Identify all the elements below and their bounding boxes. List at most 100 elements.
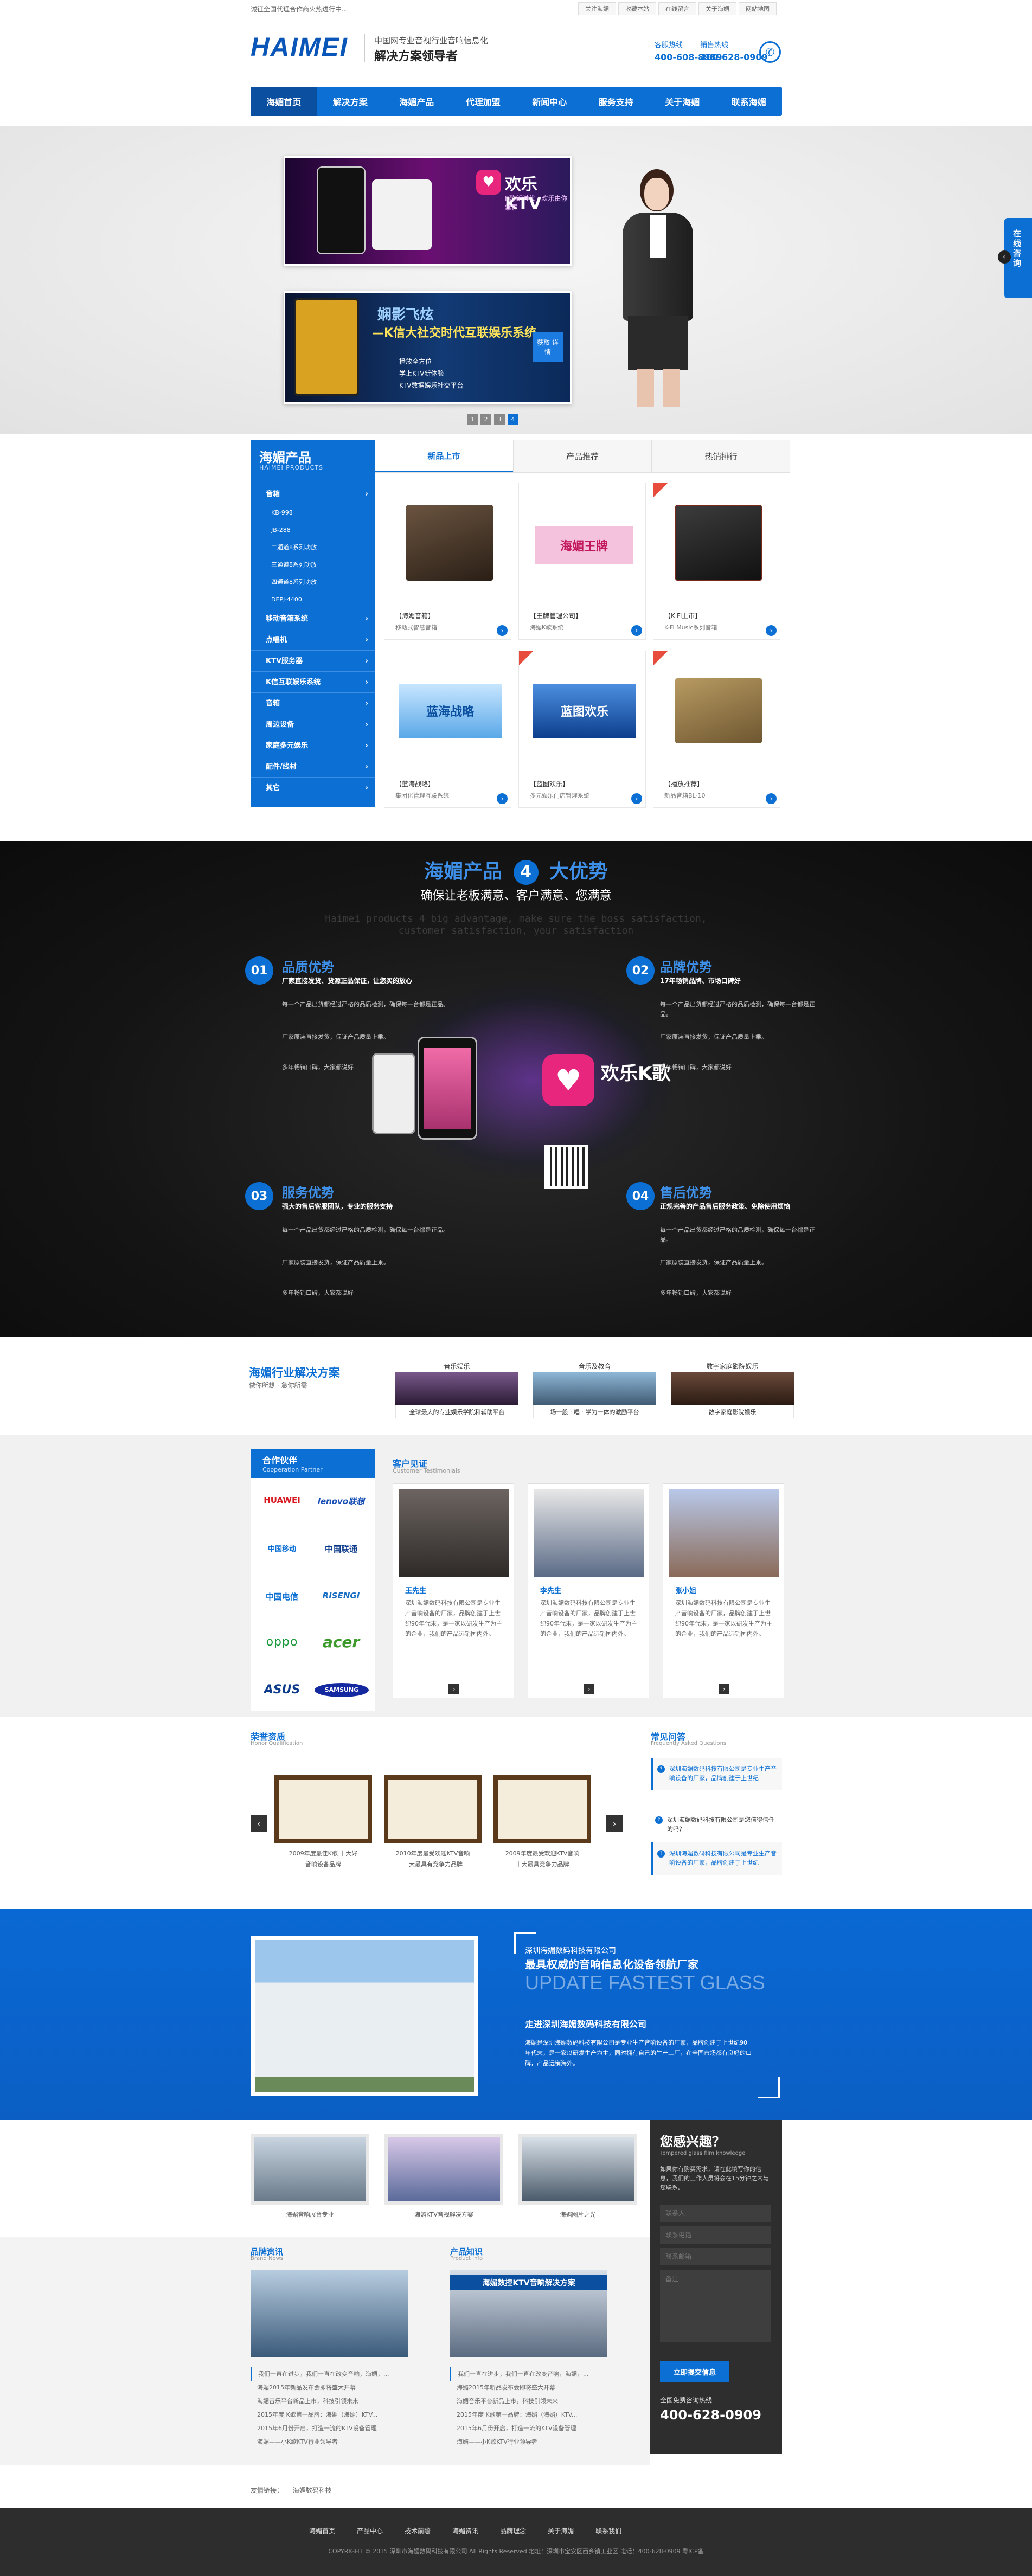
solution-card[interactable]: 音乐娱乐 全球最大的专业娱乐学院和辅助平台 [395,1360,518,1421]
nav-about[interactable]: 关于海媚 [649,87,716,116]
faq-item[interactable]: ? 深圳海媚数码科技有限公司是专业生产音响设备的厂家，品牌创建于上世纪 [651,1758,782,1790]
product-info-image[interactable]: 海媚数控KTV音响解决方案 [450,2270,607,2357]
footer-nav-about[interactable]: 关于海媚 [548,2526,574,2535]
cat-amp4[interactable]: 四通道8系列功放 [251,574,375,591]
footer-nav-tech[interactable]: 技术前瞻 [405,2526,431,2535]
product-card[interactable]: 海媚王牌 【王牌管理公司】 海媚K歌系统 › [518,483,646,640]
news-item[interactable]: 我们一直在进步，我们一直在改变音响，海媚，... [450,2367,638,2381]
footer-nav-news[interactable]: 海媚资讯 [452,2526,478,2535]
footer-nav-products[interactable]: 产品中心 [357,2526,383,2535]
solution-card[interactable]: 音乐及教育 场一般 · 唱 · 学为一体的激励平台 [533,1360,656,1421]
banner-dot-4[interactable]: 4 [508,414,518,425]
footer-nav-contact[interactable]: 联系我们 [595,2526,621,2535]
nav-contact[interactable]: 联系海媚 [716,87,783,116]
product-card[interactable]: 蓝海战略 【蓝海战略】 集团化管理互联系统 › [384,651,511,808]
cat-accessories[interactable]: 配件/线材 [251,756,375,778]
gallery-item[interactable]: 海媚音响展台专业 [251,2134,369,2219]
news-item[interactable]: 海媚音乐平台新品上市，科技引领未来 [251,2394,438,2408]
testimonial-more-icon[interactable]: › [448,1684,459,1694]
ad-detail-button[interactable]: 获取 详情 [533,332,563,362]
gallery-item[interactable]: 海媚图片之光 [518,2134,637,2219]
product-card[interactable]: 【播放推荐】 新品音箱BL-10 › [653,651,780,808]
cat-kxin[interactable]: K信互联娱乐系统 [251,672,375,693]
tab-new[interactable]: 新品上市 [375,440,513,472]
news-item[interactable]: 海媚音乐平台新品上市，科技引领未来 [450,2394,638,2408]
banner-dot-2[interactable]: 2 [480,414,491,425]
banner-dot-3[interactable]: 3 [494,414,505,425]
topbar-link-follow[interactable]: 关注海媚 [578,2,616,15]
topbar-link-message[interactable]: 在线留言 [658,2,696,15]
partner-logo-huawei[interactable]: HUAWEI [255,1495,309,1505]
product-card[interactable]: 蓝图欢乐 【蓝图欢乐】 多元娱乐门店管理系统 › [518,651,646,808]
company-photo-frame[interactable] [251,1936,478,2096]
cat-amp2[interactable]: 二通道8系列功放 [251,539,375,556]
news-item[interactable]: 海媚——小K歌KTV行业领导者 [450,2435,638,2449]
topbar-link-bookmark[interactable]: 收藏本站 [618,2,656,15]
float-service[interactable]: ‹ 在线咨询 [998,218,1032,298]
testimonial-more-icon[interactable]: › [719,1684,729,1694]
news-item[interactable]: 2015年6月份开启，打造一流的KTV设备管理 [251,2421,438,2435]
cat-amp3[interactable]: 三通道8系列功放 [251,556,375,574]
cat-home[interactable]: 家庭多元娱乐 [251,735,375,756]
product-more-icon[interactable]: › [631,625,642,636]
cat-kb998[interactable]: KB-998 [251,504,375,522]
float-collapse-icon[interactable]: ‹ [998,250,1011,264]
nav-agency[interactable]: 代理加盟 [450,87,517,116]
testimonial-card[interactable]: 张小姐 深圳海媚数码科技有限公司是专业生产音响设备的厂家，品牌创建于上世纪90年… [663,1483,784,1698]
contact-phone-field[interactable] [660,2226,771,2244]
product-card[interactable]: 【海媚音箱】 移动式智慧音箱 › [384,483,511,640]
product-more-icon[interactable]: › [631,793,642,804]
news-item[interactable]: 2015年度 K歌第一品牌：海媚（海媚）KTV... [450,2408,638,2421]
nav-home[interactable]: 海媚首页 [251,87,317,116]
news-item[interactable]: 我们一直在进步，我们一直在改变音响，海媚，... [251,2367,438,2381]
brand-news-image[interactable] [251,2270,408,2357]
nav-service[interactable]: 服务支持 [583,87,650,116]
cat-ktv-server[interactable]: KTV服务器 [251,651,375,672]
cat-depj[interactable]: DEPJ-4400 [251,591,375,608]
footer-nav-brand[interactable]: 品牌理念 [500,2526,526,2535]
cat-audio[interactable]: 音箱 [251,485,375,504]
product-more-icon[interactable]: › [766,793,777,804]
honor-item[interactable]: 2010年度最受欢迎KTV音响 十大最具有竞争力品牌 [384,1775,482,1868]
banner-ad-kxin[interactable]: 娴影飞炫 —K信大社交时代互联娱乐系统 播放全方位 学上KTV新体验 KTV数据… [284,291,572,404]
testimonial-card[interactable]: 王先生 深圳海媚数码科技有限公司是专业生产音响设备的厂家，品牌创建于上世纪90年… [393,1483,514,1698]
solution-card[interactable]: 数字家庭影院娱乐 数字家庭影院娱乐 [671,1360,794,1421]
contact-note-field[interactable] [660,2270,771,2342]
topbar-link-about[interactable]: 关于海媚 [698,2,736,15]
logo[interactable]: HAIMEI [251,33,348,63]
news-item[interactable]: 海媚——小K歌KTV行业领导者 [251,2435,438,2449]
news-item[interactable]: 海媚2015年新品发布会即将盛大开幕 [251,2381,438,2394]
product-card[interactable]: 【K-Fi上市】 K-Fi Music系列音箱 › [653,483,780,640]
friend-link-item[interactable]: 海媚数码科技 [293,2487,332,2494]
product-more-icon[interactable]: › [497,793,508,804]
faq-item[interactable]: ? 深圳海媚数码科技有限公司是专业生产音响设备的厂家，品牌创建于上世纪 [651,1842,782,1875]
cat-peripheral[interactable]: 周边设备 [251,714,375,735]
news-item[interactable]: 2015年6月份开启，打造一流的KTV设备管理 [450,2421,638,2435]
contact-name-field[interactable] [660,2205,771,2222]
topbar-link-sitemap[interactable]: 网站地图 [739,2,777,15]
testimonial-card[interactable]: 李先生 深圳海媚数码科技有限公司是专业生产音响设备的厂家，品牌创建于上世纪90年… [528,1483,649,1698]
banner-ad-ktv[interactable]: ♥ 欢乐KTV K歌新时代 · 欢乐由你掌握 [284,156,572,266]
partner-logo-risen[interactable]: RISENGI [311,1591,371,1601]
cat-jukebox[interactable]: 点唱机 [251,629,375,651]
nav-products[interactable]: 海媚产品 [383,87,450,116]
cat-mobile[interactable]: 移动音箱系统 [251,608,375,629]
product-more-icon[interactable]: › [497,625,508,636]
nav-news[interactable]: 新闻中心 [516,87,583,116]
news-item[interactable]: 海媚2015年新品发布会即将盛大开幕 [450,2381,638,2394]
honors-prev-button[interactable]: ‹ [251,1815,267,1832]
banner-dot-1[interactable]: 1 [467,414,478,425]
partner-logo-lenovo[interactable]: lenovo联想 [311,1495,371,1507]
honor-item[interactable]: 2009年度最受欢迎KTV音响 十大最具竞争力品牌 [493,1775,591,1868]
partner-logo-oppo[interactable]: oppo [255,1635,309,1649]
tab-hot[interactable]: 热销排行 [651,440,791,472]
cat-speaker[interactable]: 音箱 [251,693,375,714]
news-item[interactable]: 2015年度 K歌第一品牌：海媚（海媚）KTV... [251,2408,438,2421]
partner-logo-telecom[interactable]: 中国电信 [255,1591,309,1602]
partner-logo-acer[interactable]: acer [311,1633,371,1651]
cat-jb288[interactable]: JB-288 [251,522,375,539]
tab-recommend[interactable]: 产品推荐 [512,440,652,472]
partner-logo-samsung[interactable]: SAMSUNG [315,1683,369,1697]
product-more-icon[interactable]: › [766,625,777,636]
gallery-item[interactable]: 海媚KTV音视解决方案 [384,2134,503,2219]
